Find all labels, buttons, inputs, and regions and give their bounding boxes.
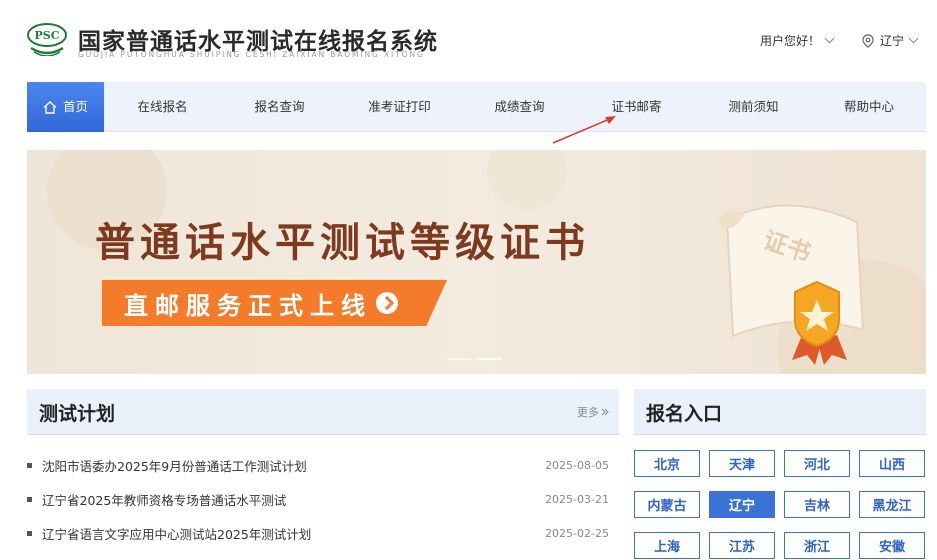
chevron-down-icon — [824, 33, 835, 44]
nav-score-query[interactable]: 成绩查询 — [461, 82, 578, 132]
registration-entry-header: 报名入口 — [634, 389, 926, 435]
nav-home-label: 首页 — [62, 99, 88, 114]
test-plan-header: 测试计划 更多 — [27, 389, 619, 435]
province-button-anhui[interactable]: 安徽 — [859, 532, 925, 559]
site-header: PSC 国家普通话水平测试在线报名系统 GUOJIA PUTONGHUA SHU… — [0, 0, 937, 80]
certificate-scroll-icon: 证书 — [717, 204, 865, 338]
banner-cta-label: 直邮服务正式上线 — [124, 291, 372, 320]
registration-entry-title: 报名入口 — [646, 403, 723, 425]
list-item-date: 2025-02-25 — [545, 526, 609, 540]
site-subtitle: GUOJIA PUTONGHUA SHUIPING CESHI ZAIXIAN … — [78, 50, 425, 59]
nav-help-center[interactable]: 帮助中心 — [812, 82, 926, 132]
home-icon — [43, 100, 57, 114]
province-button-shanxi[interactable]: 山西 — [859, 450, 925, 477]
chevron-down-icon — [908, 33, 919, 44]
user-greeting: 用户您好！ — [760, 34, 821, 48]
list-item[interactable]: 辽宁省语言文字应用中心测试站2025年测试计划 2025-02-25 — [27, 516, 619, 550]
carousel-dot-active[interactable] — [477, 358, 501, 360]
province-button-zhejiang[interactable]: 浙江 — [784, 532, 850, 559]
bullet-icon — [27, 530, 32, 536]
more-label: 更多 — [577, 406, 599, 419]
nav-certificate-mailing[interactable]: 证书邮寄 — [578, 82, 695, 132]
province-button-shanghai[interactable]: 上海 — [634, 532, 700, 559]
bullet-icon — [27, 462, 32, 468]
more-link[interactable]: 更多 — [577, 404, 609, 420]
province-button-liaoning[interactable]: 辽宁 — [709, 491, 775, 518]
list-item-title[interactable]: 沈阳市语委办2025年9月份普通话工作测试计划 — [42, 456, 307, 475]
main-nav: 首页 在线报名 报名查询 准考证打印 成绩查询 证书邮寄 测前须知 帮助中心 — [27, 82, 926, 132]
location-name: 辽宁 — [880, 34, 905, 48]
location-pin-icon — [862, 33, 874, 48]
test-plan-list: 沈阳市语委办2025年9月份普通话工作测试计划 2025-08-05 辽宁省20… — [27, 448, 619, 550]
banner-cta-button[interactable]: 直邮服务正式上线 — [102, 280, 447, 326]
nav-admission-ticket[interactable]: 准考证打印 — [338, 82, 461, 132]
carousel-dot[interactable] — [447, 358, 471, 360]
carousel-indicators — [447, 358, 501, 360]
promo-banner[interactable]: 证书 普通话水平测试等级证书 直邮服务正式上线 — [27, 150, 926, 374]
double-chevron-right-icon — [601, 408, 609, 416]
province-button-hebei[interactable]: 河北 — [784, 450, 850, 477]
list-item-date: 2025-03-21 — [545, 492, 609, 506]
list-item[interactable]: 沈阳市语委办2025年9月份普通话工作测试计划 2025-08-05 — [27, 448, 619, 482]
province-button-jiangsu[interactable]: 江苏 — [709, 532, 775, 559]
nav-pre-test-notice[interactable]: 测前须知 — [695, 82, 812, 132]
province-button-jilin[interactable]: 吉林 — [784, 491, 850, 518]
logo-text: PSC — [35, 29, 60, 42]
nav-online-registration[interactable]: 在线报名 — [104, 82, 221, 132]
province-button-tianjin[interactable]: 天津 — [709, 450, 775, 477]
province-button-neimenggu[interactable]: 内蒙古 — [634, 491, 700, 518]
list-item-title[interactable]: 辽宁省2025年教师资格专场普通话水平测试 — [42, 490, 286, 509]
province-grid: 北京 天津 河北 山西 内蒙古 辽宁 吉林 黑龙江 上海 江苏 浙江 安徽 — [634, 450, 926, 559]
list-item-date: 2025-08-05 — [545, 458, 609, 472]
nav-home[interactable]: 首页 — [27, 82, 104, 132]
list-item-title[interactable]: 辽宁省语言文字应用中心测试站2025年测试计划 — [42, 524, 311, 543]
province-button-beijing[interactable]: 北京 — [634, 450, 700, 477]
psc-logo[interactable]: PSC — [27, 22, 67, 56]
chevron-right-circle-icon — [376, 292, 398, 314]
banner-title: 普通话水平测试等级证书 — [95, 219, 590, 266]
location-selector[interactable]: 辽宁 — [862, 32, 919, 49]
nav-registration-query[interactable]: 报名查询 — [221, 82, 338, 132]
list-item[interactable]: 辽宁省2025年教师资格专场普通话水平测试 2025-03-21 — [27, 482, 619, 516]
test-plan-title: 测试计划 — [39, 403, 116, 425]
province-button-heilongjiang[interactable]: 黑龙江 — [859, 491, 925, 518]
bullet-icon — [27, 496, 32, 502]
user-menu[interactable]: 用户您好！ — [760, 32, 835, 49]
